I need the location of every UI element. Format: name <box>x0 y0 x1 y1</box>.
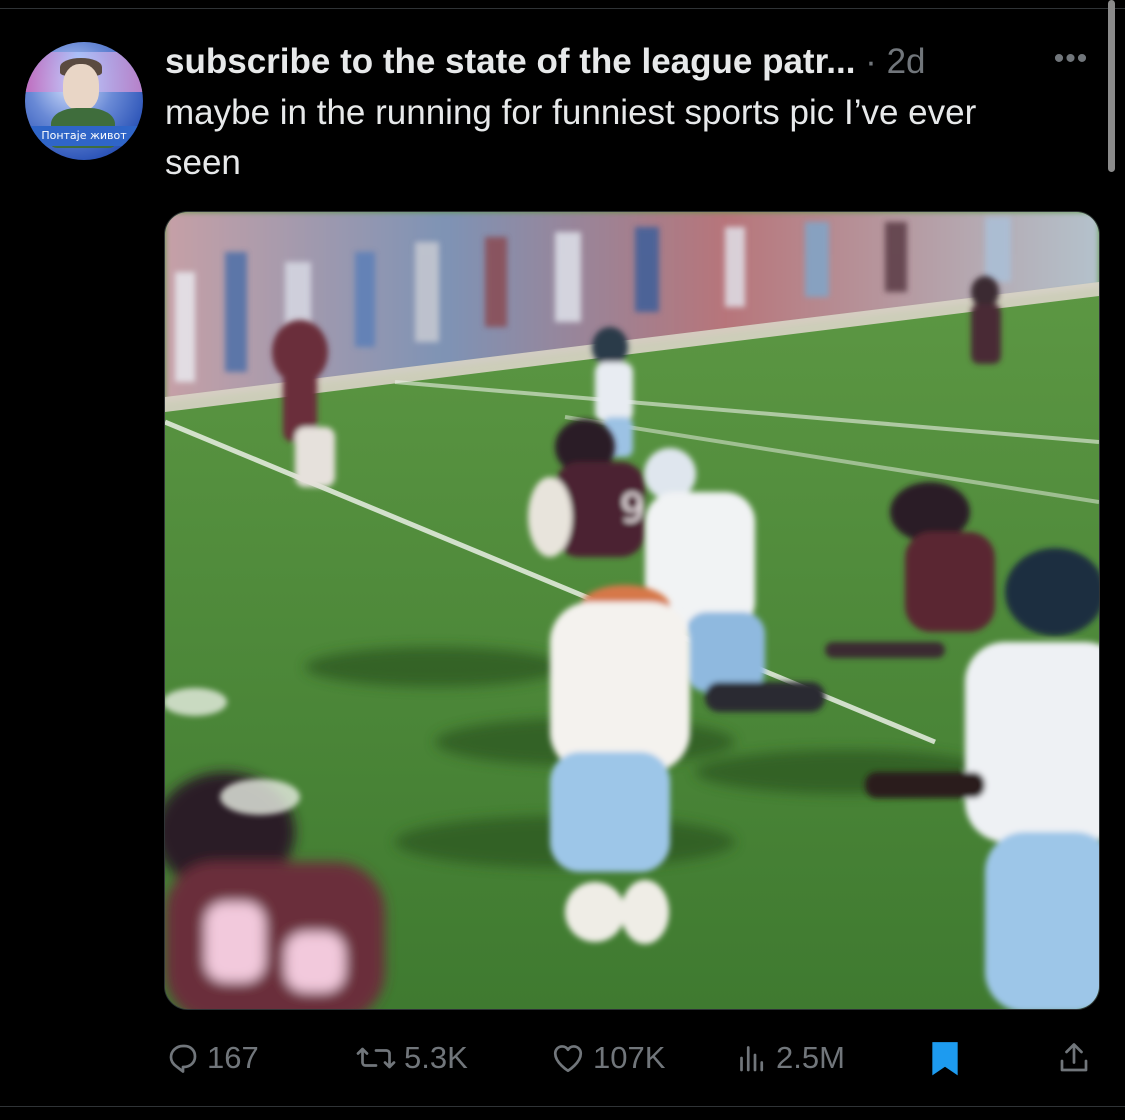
repost-button[interactable]: 5.3K <box>354 1030 468 1086</box>
jersey-number: 9 <box>620 486 645 532</box>
avatar-face <box>63 64 99 110</box>
bottom-divider <box>0 1106 1125 1107</box>
bookmark-icon <box>932 1042 958 1076</box>
top-divider <box>0 8 1125 9</box>
football-photo: 9 <box>165 212 1099 1009</box>
reply-button[interactable]: 167 <box>165 1030 259 1086</box>
action-bar: 167 5.3K 107K 2.5M <box>0 1030 1125 1086</box>
share-button[interactable] <box>1056 1030 1098 1086</box>
like-count: 107K <box>593 1040 666 1075</box>
tweet-text: maybe in the running for funniest sports… <box>165 93 977 182</box>
timestamp[interactable]: 2d <box>887 42 926 81</box>
repost-icon <box>356 1047 396 1069</box>
scrollbar[interactable] <box>1108 0 1115 172</box>
tweet-media-image[interactable]: 9 <box>164 211 1100 1010</box>
tweet-header: subscribe to the state of the league pat… <box>165 40 1065 84</box>
display-name[interactable]: subscribe to the state of the league pat… <box>165 42 855 81</box>
bookmark-button[interactable] <box>929 1030 967 1086</box>
more-options-icon[interactable]: ••• <box>1046 44 1096 80</box>
views-button[interactable]: 2.5M <box>734 1030 845 1086</box>
views-count: 2.5M <box>776 1040 845 1075</box>
reply-count: 167 <box>207 1040 259 1075</box>
like-button[interactable]: 107K <box>549 1030 665 1086</box>
heart-icon <box>553 1045 583 1073</box>
reply-icon <box>169 1044 197 1073</box>
separator: · <box>865 42 877 81</box>
views-icon <box>740 1046 764 1072</box>
avatar-banner-text: Понтаје живот <box>29 126 139 146</box>
share-icon <box>1060 1043 1088 1072</box>
avatar[interactable]: Понтаје живот <box>25 42 143 160</box>
repost-count: 5.3K <box>404 1040 468 1075</box>
